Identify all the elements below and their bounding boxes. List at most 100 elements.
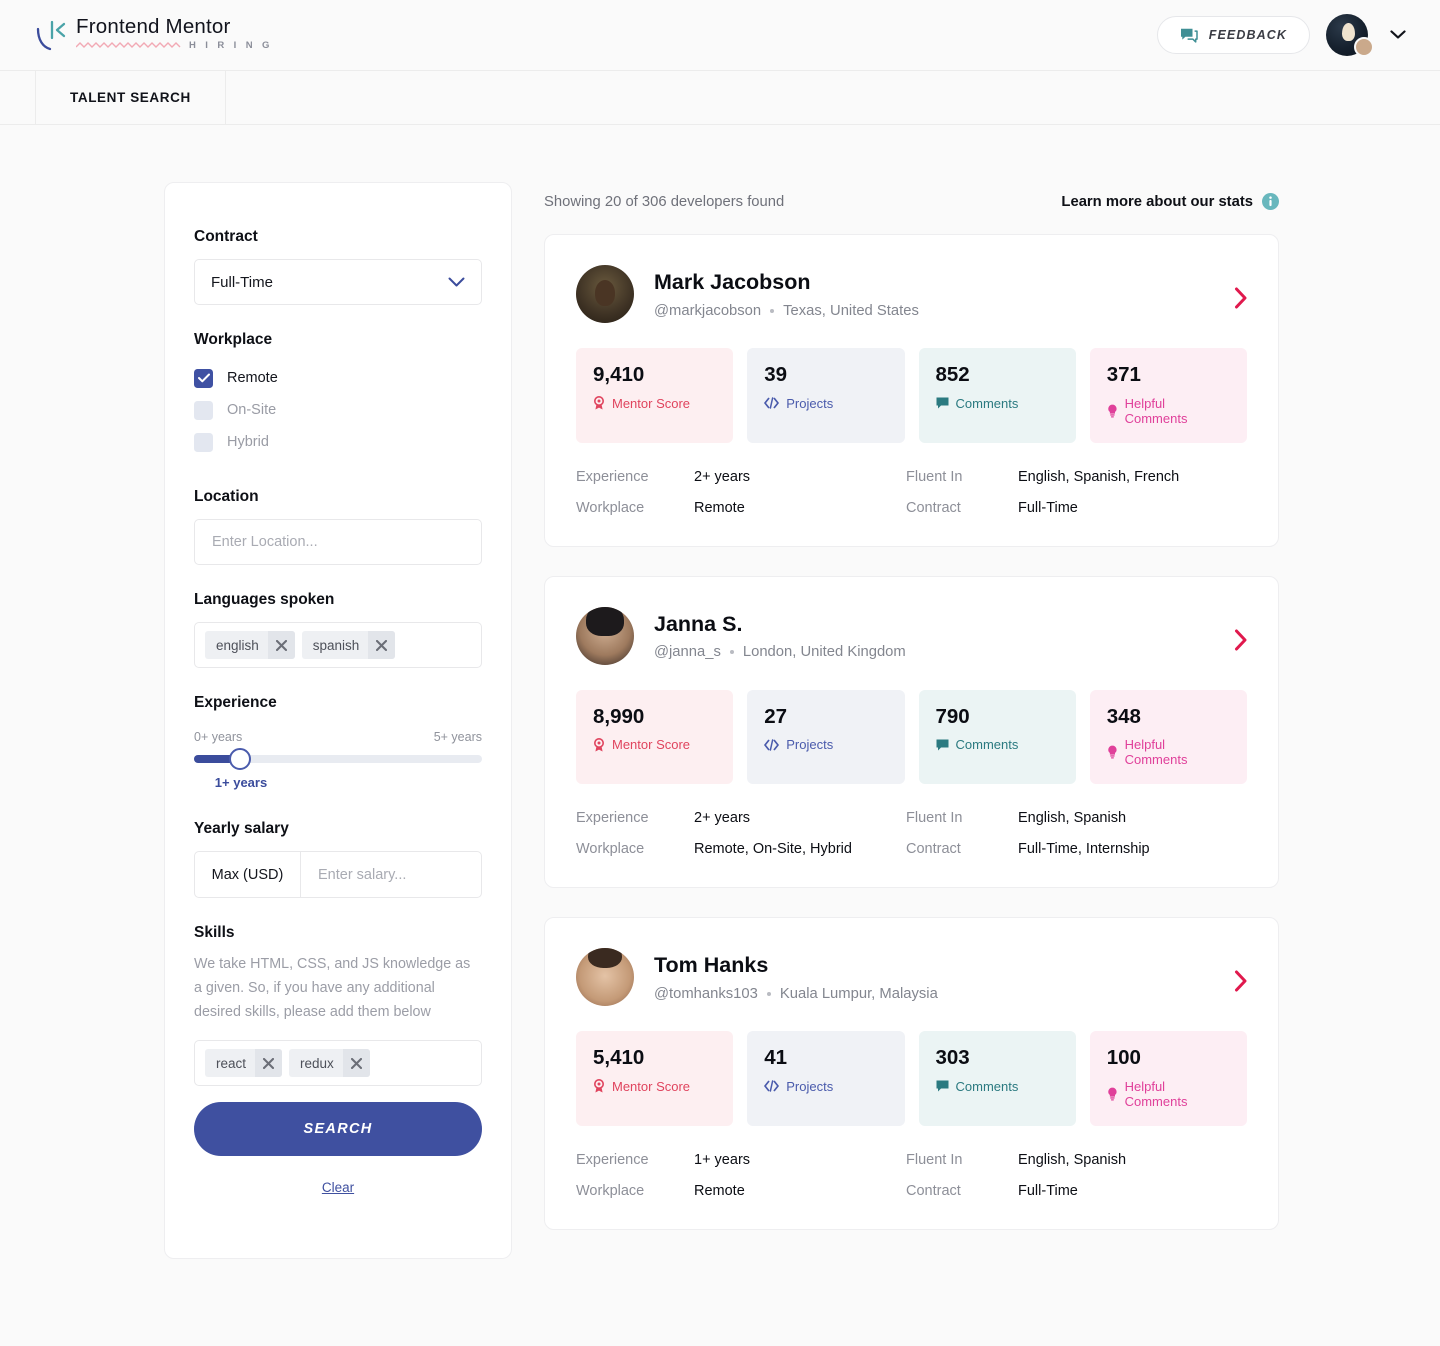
detail-value-contract: Full-Time, Internship bbox=[1018, 841, 1247, 857]
chip-label: spanish bbox=[302, 638, 369, 653]
contract-select[interactable]: Full-Time bbox=[194, 259, 482, 305]
check-icon bbox=[198, 373, 210, 383]
medal-icon bbox=[593, 396, 605, 410]
location-label: Location bbox=[194, 488, 482, 506]
developer-location: London, United Kingdom bbox=[743, 644, 906, 660]
chip-remove-icon[interactable] bbox=[255, 1049, 282, 1077]
tab-bar: TALENT SEARCH bbox=[0, 70, 1440, 125]
stat-label: Mentor Score bbox=[612, 1079, 690, 1094]
separator-dot-icon bbox=[730, 650, 734, 654]
chip-english: english bbox=[205, 631, 295, 659]
frontend-mentor-logo-icon bbox=[34, 19, 68, 55]
detail-value-fluent: English, Spanish bbox=[1018, 1152, 1247, 1168]
chip-remove-icon[interactable] bbox=[268, 631, 295, 659]
developer-location: Texas, United States bbox=[783, 303, 919, 319]
stat-value: 39 bbox=[764, 364, 887, 387]
logo-title: Frontend Mentor bbox=[76, 15, 273, 39]
detail-value-fluent: English, Spanish bbox=[1018, 810, 1247, 826]
avatar-badge bbox=[1354, 37, 1374, 57]
slider-thumb[interactable] bbox=[229, 748, 251, 770]
chevron-down-icon[interactable] bbox=[1390, 30, 1406, 40]
detail-value-workplace: Remote, On-Site, Hybrid bbox=[694, 841, 906, 857]
developer-name: Tom Hanks bbox=[654, 952, 938, 979]
tab-label: TALENT SEARCH bbox=[70, 90, 191, 105]
chip-remove-icon[interactable] bbox=[368, 631, 395, 659]
stat-helpful-comments: 371 Helpful Comments bbox=[1090, 348, 1247, 443]
code-icon bbox=[764, 397, 779, 409]
detail-grid: Experience 2+ years Fluent In English, S… bbox=[576, 810, 1247, 857]
filter-workplace: Workplace Remote On-Site Hybrid bbox=[194, 331, 482, 458]
chip-spanish: spanish bbox=[302, 631, 396, 659]
skills-help-text: We take HTML, CSS, and JS knowledge as a… bbox=[194, 952, 482, 1024]
salary-prefix: Max (USD) bbox=[195, 852, 301, 897]
location-input[interactable]: Enter Location... bbox=[194, 519, 482, 565]
developer-handle: @markjacobson bbox=[654, 303, 761, 319]
filter-languages: Languages spoken english spanish bbox=[194, 591, 482, 668]
developer-card[interactable]: Tom Hanks @tomhanks103 Kuala Lumpur, Mal… bbox=[544, 917, 1279, 1230]
separator-dot-icon bbox=[770, 309, 774, 313]
stat-mentor-score: 9,410 Mentor Score bbox=[576, 348, 733, 443]
chevron-down-icon bbox=[448, 277, 465, 288]
filter-skills: Skills We take HTML, CSS, and JS knowled… bbox=[194, 924, 482, 1086]
logo-subtitle: H I R I N G bbox=[189, 40, 273, 51]
detail-key-experience: Experience bbox=[576, 469, 694, 485]
developer-card[interactable]: Mark Jacobson @markjacobson Texas, Unite… bbox=[544, 234, 1279, 547]
stat-value: 100 bbox=[1107, 1047, 1230, 1070]
chip-redux: redux bbox=[289, 1049, 370, 1077]
stat-label: Helpful Comments bbox=[1125, 1079, 1230, 1109]
detail-key-experience: Experience bbox=[576, 810, 694, 826]
avatar bbox=[576, 265, 634, 323]
comment-bubble-icon bbox=[936, 739, 949, 751]
detail-key-workplace: Workplace bbox=[576, 841, 694, 857]
card-identity: Tom Hanks @tomhanks103 Kuala Lumpur, Mal… bbox=[654, 952, 938, 1002]
stat-value: 27 bbox=[764, 706, 887, 729]
filter-salary: Yearly salary Max (USD) Enter salary... bbox=[194, 820, 482, 898]
skills-input[interactable]: react redux bbox=[194, 1040, 482, 1086]
slider-endpoints: 0+ years 5+ years bbox=[194, 730, 482, 744]
medal-icon bbox=[593, 738, 605, 752]
stat-value: 348 bbox=[1107, 706, 1230, 729]
stat-mentor-score: 5,410 Mentor Score bbox=[576, 1031, 733, 1126]
card-identity: Janna S. @janna_s London, United Kingdom bbox=[654, 611, 906, 661]
search-button[interactable]: SEARCH bbox=[194, 1102, 482, 1156]
clear-link[interactable]: Clear bbox=[194, 1180, 482, 1195]
checkbox-hybrid[interactable]: Hybrid bbox=[194, 426, 482, 458]
developer-name: Mark Jacobson bbox=[654, 269, 919, 296]
logo-squiggle-icon bbox=[76, 42, 183, 50]
detail-value-contract: Full-Time bbox=[1018, 500, 1247, 516]
logo[interactable]: Frontend Mentor H I R I N G bbox=[34, 15, 273, 55]
chevron-right-icon[interactable] bbox=[1234, 970, 1248, 992]
experience-slider[interactable] bbox=[194, 755, 482, 763]
detail-key-contract: Contract bbox=[906, 1183, 1018, 1199]
salary-input[interactable]: Enter salary... bbox=[301, 852, 481, 897]
page-body: Contract Full-Time Workplace Remote bbox=[0, 125, 1440, 1259]
card-header: Tom Hanks @tomhanks103 Kuala Lumpur, Mal… bbox=[576, 948, 1247, 1006]
lightbulb-icon bbox=[1107, 1087, 1118, 1101]
avatar[interactable] bbox=[1326, 14, 1372, 56]
detail-key-contract: Contract bbox=[906, 841, 1018, 857]
detail-key-fluent: Fluent In bbox=[906, 1152, 1018, 1168]
detail-key-fluent: Fluent In bbox=[906, 810, 1018, 826]
stat-helpful-comments: 348 Helpful Comments bbox=[1090, 690, 1247, 785]
chip-remove-icon[interactable] bbox=[343, 1049, 370, 1077]
developer-name: Janna S. bbox=[654, 611, 906, 638]
tab-talent-search[interactable]: TALENT SEARCH bbox=[35, 71, 226, 124]
chevron-right-icon[interactable] bbox=[1234, 629, 1248, 651]
stat-projects: 39 Projects bbox=[747, 348, 904, 443]
stat-helpful-comments: 100 Helpful Comments bbox=[1090, 1031, 1247, 1126]
comment-bubble-icon bbox=[936, 1080, 949, 1092]
stat-comments: 852 Comments bbox=[919, 348, 1076, 443]
stat-label: Helpful Comments bbox=[1125, 396, 1230, 426]
learn-more-stats[interactable]: Learn more about our stats bbox=[1061, 193, 1279, 210]
developer-card[interactable]: Janna S. @janna_s London, United Kingdom… bbox=[544, 576, 1279, 889]
detail-value-experience: 1+ years bbox=[694, 1152, 906, 1168]
checkbox-on-site[interactable]: On-Site bbox=[194, 394, 482, 426]
chevron-right-icon[interactable] bbox=[1234, 287, 1248, 309]
experience-label: Experience bbox=[194, 694, 482, 712]
detail-grid: Experience 1+ years Fluent In English, S… bbox=[576, 1152, 1247, 1199]
languages-input[interactable]: english spanish bbox=[194, 622, 482, 668]
checkbox-remote[interactable]: Remote bbox=[194, 362, 482, 394]
workplace-label: Workplace bbox=[194, 331, 482, 349]
detail-value-experience: 2+ years bbox=[694, 810, 906, 826]
feedback-button[interactable]: FEEDBACK bbox=[1157, 16, 1310, 54]
